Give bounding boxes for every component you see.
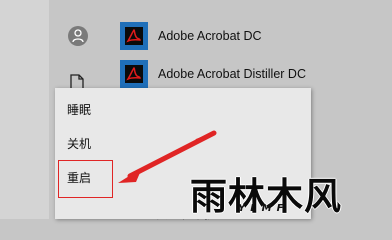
app-item-acrobat-dc[interactable]: Adobe Acrobat DC bbox=[108, 18, 388, 54]
watermark-subtext: YLMF bbox=[238, 203, 289, 214]
menu-item-shutdown[interactable]: 关机 bbox=[55, 126, 311, 162]
menu-item-label: 关机 bbox=[67, 137, 92, 151]
acrobat-icon bbox=[120, 22, 148, 50]
menu-item-label: 睡眠 bbox=[67, 103, 92, 117]
app-label: Adobe Acrobat Distiller DC bbox=[158, 67, 306, 81]
start-left-rail bbox=[0, 0, 49, 219]
acrobat-icon bbox=[120, 60, 148, 88]
user-avatar-icon[interactable] bbox=[68, 26, 88, 46]
restart-highlight-box bbox=[58, 160, 113, 198]
watermark-logo: 雨林木风 YLMF bbox=[186, 166, 392, 219]
app-item-acrobat-distiller-dc[interactable]: Adobe Acrobat Distiller DC bbox=[108, 56, 388, 92]
app-label: Adobe Acrobat DC bbox=[158, 29, 262, 43]
menu-item-sleep[interactable]: 睡眠 bbox=[55, 92, 311, 128]
